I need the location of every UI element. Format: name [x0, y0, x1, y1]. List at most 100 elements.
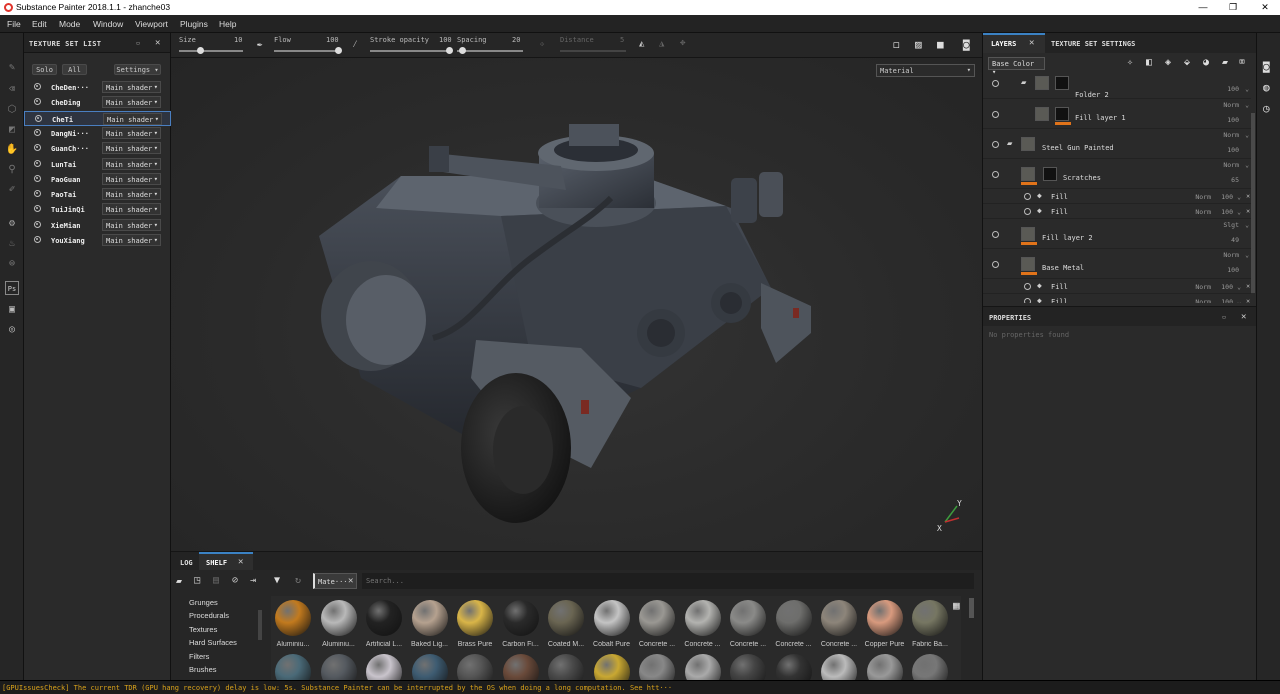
layer-thumbnail[interactable]	[1021, 167, 1035, 181]
layer-thumbnail[interactable]	[1021, 257, 1035, 271]
menu-edit[interactable]: Edit	[32, 19, 47, 29]
menu-plugins[interactable]: Plugins	[180, 19, 208, 29]
remove-effect-icon[interactable]: ✕	[1246, 282, 1250, 290]
texture-set-row[interactable]: CheDing Main shader ▾	[24, 95, 171, 110]
add-mask-icon[interactable]: ◧	[1146, 57, 1152, 68]
projection-icon[interactable]: ⬡	[5, 103, 19, 117]
texture-set-row[interactable]: PaoTai Main shader ▾	[24, 187, 171, 202]
add-smart-material-icon[interactable]: ◕	[1203, 57, 1209, 68]
shelf-category-item[interactable]: Hard Surfaces	[189, 638, 237, 647]
visibility-eye-icon[interactable]	[992, 141, 999, 148]
visibility-eye-icon[interactable]	[992, 231, 999, 238]
material-thumbnail[interactable]	[593, 600, 630, 636]
blend-opacity[interactable]: 100	[1221, 193, 1233, 201]
add-folder-icon[interactable]: ▰	[1222, 57, 1228, 68]
layer-effect-row[interactable]: ◆ Fill Norm 100 ⌄ ✕	[983, 279, 1251, 294]
blend-opacity[interactable]: 100	[1221, 283, 1233, 291]
blend-opacity[interactable]: 100	[1227, 85, 1239, 93]
export-icon[interactable]: ⊜	[5, 257, 19, 271]
blend-dropdown-icon[interactable]: ⌄	[1245, 85, 1249, 93]
hide-icon[interactable]: ⊘	[232, 575, 238, 586]
menu-help[interactable]: Help	[219, 19, 236, 29]
visibility-eye-icon[interactable]	[992, 171, 999, 178]
stroke-icon[interactable]: ⁄	[352, 39, 358, 51]
spacing-slider[interactable]	[457, 50, 523, 52]
visibility-eye-icon[interactable]	[1024, 208, 1031, 215]
minimize-button[interactable]: —	[1188, 0, 1218, 15]
shader-select[interactable]: Main shader ▾	[102, 142, 161, 155]
tab-texture-set-settings[interactable]: TEXTURE SET SETTINGS	[1051, 40, 1135, 48]
filter-tag[interactable]: Mate··· ✕	[313, 573, 357, 589]
visibility-eye-icon[interactable]	[34, 220, 41, 228]
layer-effect-row[interactable]: ◆ Fill Norm 100 ⌄ ✕	[983, 204, 1251, 219]
blend-opacity[interactable]: 100	[1227, 116, 1239, 124]
spacing-slider-handle[interactable]	[459, 47, 466, 54]
float-panel-icon[interactable]: ▫	[136, 39, 141, 47]
import-icon[interactable]: ⇥	[250, 575, 256, 586]
blend-dropdown-icon[interactable]: ⌄	[1245, 101, 1249, 109]
visibility-eye-icon[interactable]	[1024, 298, 1031, 303]
close-button[interactable]: ✕	[1250, 0, 1280, 15]
material-thumbnail[interactable]	[775, 600, 812, 636]
blend-dropdown-icon[interactable]: ⌄	[1245, 131, 1249, 139]
visibility-eye-icon[interactable]	[34, 174, 41, 182]
visibility-eye-icon[interactable]	[34, 205, 41, 213]
folder-icon[interactable]: ▰	[176, 576, 182, 587]
spacing-value[interactable]: 20	[512, 36, 520, 44]
stroke-opacity-slider-handle[interactable]	[446, 47, 453, 54]
stroke-opacity-slider[interactable]	[370, 50, 452, 52]
blend-mode[interactable]: Norm	[1223, 131, 1239, 139]
shader-select[interactable]: Main shader ▾	[102, 172, 161, 185]
tab-layers[interactable]: LAYERS	[991, 40, 1016, 48]
blend-mode[interactable]: Norm	[1195, 193, 1211, 201]
eraser-icon[interactable]: ⌫	[5, 83, 19, 97]
grid-view-icon[interactable]: ▦	[953, 599, 960, 612]
size-slider-handle[interactable]	[197, 47, 204, 54]
blend-opacity[interactable]: 49	[1231, 236, 1239, 244]
material-thumbnail[interactable]	[639, 600, 675, 636]
blend-mode[interactable]: Slgt	[1223, 221, 1239, 229]
layer-row[interactable]: ▰ Steel Gun Painted Norm 100 ⌄	[983, 129, 1251, 159]
material-thumbnail[interactable]	[457, 600, 493, 636]
settings-dropdown[interactable]: Settings ▾	[114, 64, 161, 75]
texture-set-row[interactable]: LunTai Main shader ▾	[24, 157, 171, 172]
flow-slider-handle[interactable]	[335, 47, 342, 54]
layer-thumbnail[interactable]	[1035, 76, 1049, 90]
material-thumbnail[interactable]	[548, 600, 584, 636]
layers-scrollbar[interactable]	[1251, 113, 1255, 293]
layer-row[interactable]: Fill layer 2 Slgt 49 ⌄	[983, 219, 1251, 249]
blend-opacity[interactable]: 65	[1231, 176, 1239, 184]
shader-select[interactable]: Main shader ▾	[102, 126, 161, 139]
flow-slider[interactable]	[274, 50, 340, 52]
layer-row[interactable]: Fill layer 1 Norm 100 ⌄	[983, 99, 1251, 129]
blend-mode[interactable]: Norm	[1223, 161, 1239, 169]
remove-effect-icon[interactable]: ✕	[1246, 297, 1250, 303]
layer-row[interactable]: Scratches Norm 65 ⌄	[983, 159, 1251, 189]
visibility-eye-icon[interactable]	[992, 80, 999, 87]
channel-select[interactable]: Base Color ▾	[988, 57, 1045, 76]
plugin-icon[interactable]: ◎	[5, 323, 19, 337]
paint-brush-icon[interactable]: ✎	[5, 61, 19, 75]
shader-select[interactable]: Main shader ▾	[102, 81, 161, 93]
close-properties-icon[interactable]: ✕	[1241, 312, 1246, 322]
blend-dropdown-icon[interactable]: ⌄	[1237, 208, 1241, 216]
blend-mode[interactable]: Norm	[1195, 298, 1211, 303]
visibility-eye-icon[interactable]	[34, 236, 41, 243]
visibility-eye-icon[interactable]	[992, 261, 999, 268]
video-camera-icon[interactable]: ■	[937, 38, 944, 51]
size-slider[interactable]	[179, 50, 243, 52]
material-thumbnail[interactable]	[320, 600, 357, 636]
texture-set-row[interactable]: XieMian Main shader ▾	[24, 218, 171, 233]
material-thumbnail[interactable]	[912, 600, 948, 636]
shelf-scrollbar[interactable]	[969, 598, 974, 618]
solo-button[interactable]: Solo	[32, 64, 57, 75]
visibility-eye-icon[interactable]	[34, 144, 41, 152]
material-thumbnail[interactable]	[821, 600, 857, 636]
close-layers-icon[interactable]: ✕	[1029, 38, 1034, 48]
layer-effect-row[interactable]: ◆ Fill Norm 100 ⌄ ✕	[983, 294, 1251, 303]
blend-dropdown-icon[interactable]: ⌄	[1237, 298, 1241, 303]
visibility-eye-icon[interactable]	[34, 128, 41, 136]
delete-layer-icon[interactable]: ⌧	[1239, 57, 1245, 68]
close-panel-icon[interactable]: ✕	[155, 38, 161, 48]
screenshot-camera-icon[interactable]: ◙	[963, 38, 970, 51]
